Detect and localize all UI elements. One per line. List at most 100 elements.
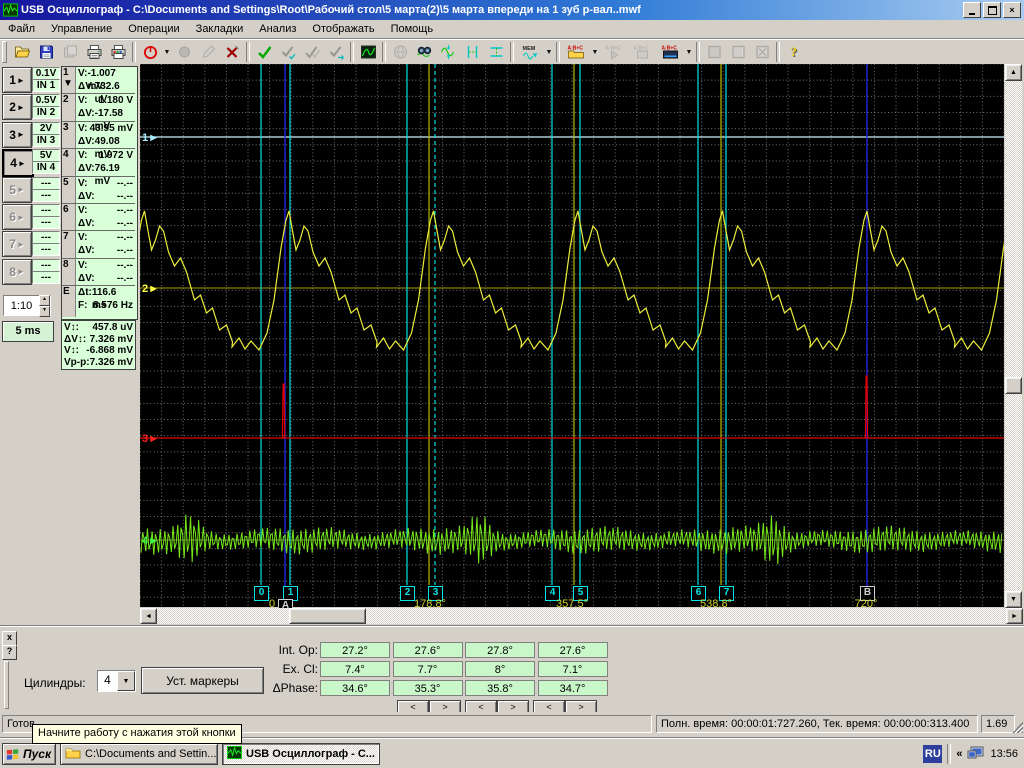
channel-input-1[interactable]: IN 1 xyxy=(32,79,60,92)
measure-row-3: 3 V: 43.95 mV ΔV: 49.08 mV xyxy=(62,121,135,160)
set-markers-button[interactable]: Уст. маркеры xyxy=(141,667,264,694)
vertical-scroll-thumb[interactable] xyxy=(1005,377,1022,394)
toolbar-delete-x-button[interactable] xyxy=(220,41,244,63)
stat-value: 457.8 uV xyxy=(92,322,133,333)
toolbar-help-button[interactable]: ?? xyxy=(782,41,806,63)
toolbar-abc-display-button[interactable]: A:B+C xyxy=(656,41,684,63)
language-indicator[interactable]: RU xyxy=(923,745,943,763)
dv-value: --.-- xyxy=(116,218,133,229)
attenuation-spinner[interactable]: 1:10 ▲ ▼ xyxy=(3,294,51,317)
task-button-1[interactable]: USB Осциллограф - C... xyxy=(222,743,380,765)
toolbar-mem-dropdown-icon[interactable]: ▼ xyxy=(544,41,554,63)
toolbar-open-folder-button[interactable] xyxy=(10,41,34,63)
menu-item-Помощь[interactable]: Помощь xyxy=(383,20,442,38)
panel-close-button[interactable]: x xyxy=(2,631,17,646)
system-tray: RU « 13:56 xyxy=(923,743,1024,765)
toolbar-power-stop-button[interactable] xyxy=(138,41,162,63)
channel-button-2[interactable]: 2 ► xyxy=(2,94,32,121)
scroll-down-button[interactable]: ▼ xyxy=(1005,591,1022,608)
toolbar-abc-box-button: A:B+C xyxy=(628,41,656,63)
menu-item-Управление[interactable]: Управление xyxy=(43,20,120,38)
scroll-up-button[interactable]: ▲ xyxy=(1005,64,1022,81)
toolbar-save-button[interactable] xyxy=(34,41,58,63)
toolbar-check-arrow-button[interactable] xyxy=(324,41,348,63)
menu-item-Операции[interactable]: Операции xyxy=(120,20,187,38)
marker-0[interactable]: 0 xyxy=(254,586,269,601)
channel-input-7[interactable]: --- xyxy=(32,243,60,257)
toolbar-check-green-button[interactable] xyxy=(252,41,276,63)
toolbar-wave-arrows-button[interactable] xyxy=(436,41,460,63)
toolbar-search-wave-button[interactable] xyxy=(412,41,436,63)
close-button[interactable]: × xyxy=(1003,2,1021,18)
panel-grip[interactable] xyxy=(4,661,9,709)
channel-input-5[interactable]: --- xyxy=(32,188,60,202)
scroll-right-button[interactable]: ► xyxy=(1006,608,1023,624)
scroll-left-button[interactable]: ◄ xyxy=(140,608,157,624)
scope-display[interactable]: 1► 2► 3► 4► 0 1 2 3 4 5 6 7 A B 0 178.8° 357.5° 538.8° 72… xyxy=(140,64,1004,614)
channel-button-6[interactable]: 6 ► xyxy=(2,204,32,230)
toolbar-check-double-button[interactable] xyxy=(300,41,324,63)
spin-up-button[interactable]: ▲ xyxy=(39,294,50,306)
vertical-scrollbar[interactable]: ▲ ▼ xyxy=(1005,64,1022,608)
network-icon[interactable] xyxy=(967,746,985,763)
stat-line-0: V↕: 457.8 uV xyxy=(64,322,133,334)
channel-input-8[interactable]: --- xyxy=(32,270,60,284)
channel-input-2[interactable]: IN 2 xyxy=(32,106,60,120)
toolbar-check-sub-button[interactable] xyxy=(276,41,300,63)
channel-arrow-icon: ► xyxy=(16,239,25,249)
spin-down-button[interactable]: ▼ xyxy=(39,305,50,317)
channel-button-4[interactable]: 4 ► xyxy=(2,149,34,178)
toolbar-print-color-button[interactable] xyxy=(106,41,130,63)
channel-number: 2 xyxy=(9,100,16,115)
v-value: --.-- xyxy=(116,232,133,244)
resize-grip[interactable] xyxy=(1012,722,1023,733)
menu-item-Отображать[interactable]: Отображать xyxy=(304,20,382,38)
horizontal-scrollbar[interactable]: ◄ ► xyxy=(140,608,1023,624)
toolbar-cursor-vert-button[interactable] xyxy=(460,41,484,63)
toolbar-abc-display-dropdown-icon[interactable]: ▼ xyxy=(684,41,694,63)
toolbar-cursor-horiz-button[interactable] xyxy=(484,41,508,63)
toolbar-print-button[interactable] xyxy=(82,41,106,63)
toolbar-power-stop-dropdown-icon[interactable]: ▼ xyxy=(162,41,172,63)
timebase-button[interactable]: 5 ms xyxy=(2,321,54,342)
toolbar-mem-button[interactable]: MEM xyxy=(516,41,544,63)
channel-button-3[interactable]: 3 ► xyxy=(2,121,32,148)
panel-help-button[interactable]: ? xyxy=(2,645,17,660)
dv-label: ΔV: xyxy=(78,245,95,257)
v-label: V: xyxy=(78,150,88,162)
channel-button-7[interactable]: 7 ► xyxy=(2,231,32,258)
task-button-0[interactable]: C:\Documents and Settin... xyxy=(60,743,218,765)
cylinders-dropdown-icon[interactable]: ▼ xyxy=(117,671,135,691)
toolbar-xy-display-button[interactable] xyxy=(356,41,380,63)
dt-value: 116.6 ms xyxy=(91,287,117,312)
start-button[interactable]: Пуск xyxy=(2,743,56,765)
menu-item-Файл[interactable]: Файл xyxy=(0,20,43,38)
horizontal-scroll-thumb[interactable] xyxy=(289,608,366,624)
toolbar-grip[interactable] xyxy=(2,41,7,63)
minimize-button[interactable] xyxy=(963,2,981,18)
marker-2[interactable]: 2 xyxy=(400,586,415,601)
tray-chevron[interactable]: « xyxy=(956,748,962,760)
maximize-button[interactable] xyxy=(983,2,1001,18)
cylinders-label: Цилиндры: xyxy=(24,676,86,690)
app-icon xyxy=(3,3,18,17)
cylinders-select[interactable]: 4 ▼ xyxy=(97,670,136,692)
channel-number: 3 xyxy=(9,127,16,142)
windows-logo-icon xyxy=(6,748,19,760)
toolbar-abc-folder-dropdown-icon[interactable]: ▼ xyxy=(590,41,600,63)
channel-button-8[interactable]: 8 ► xyxy=(2,258,32,285)
measure-index: 7 xyxy=(62,231,76,258)
menu-item-Анализ[interactable]: Анализ xyxy=(251,20,304,38)
channel-input-4[interactable]: IN 4 xyxy=(32,161,60,175)
channel-button-1[interactable]: 1 ► xyxy=(2,67,32,93)
channel-input-3[interactable]: IN 3 xyxy=(32,133,60,147)
channel-button-5[interactable]: 5 ► xyxy=(2,176,32,203)
window-title: USB Осциллограф - C:\Documents and Setti… xyxy=(21,4,641,16)
measure-row-1: 1 ▼ V: -1.007 mV ΔV: 732.6 uV xyxy=(62,67,135,105)
menu-item-Закладки[interactable]: Закладки xyxy=(188,20,252,38)
channel-input-6[interactable]: --- xyxy=(32,216,60,229)
toolbar-abc-folder-button[interactable]: A:B+C xyxy=(562,41,590,63)
measure-index: 3 xyxy=(62,121,76,149)
stat-label: V↕: xyxy=(64,322,79,333)
folder-icon xyxy=(65,746,81,763)
